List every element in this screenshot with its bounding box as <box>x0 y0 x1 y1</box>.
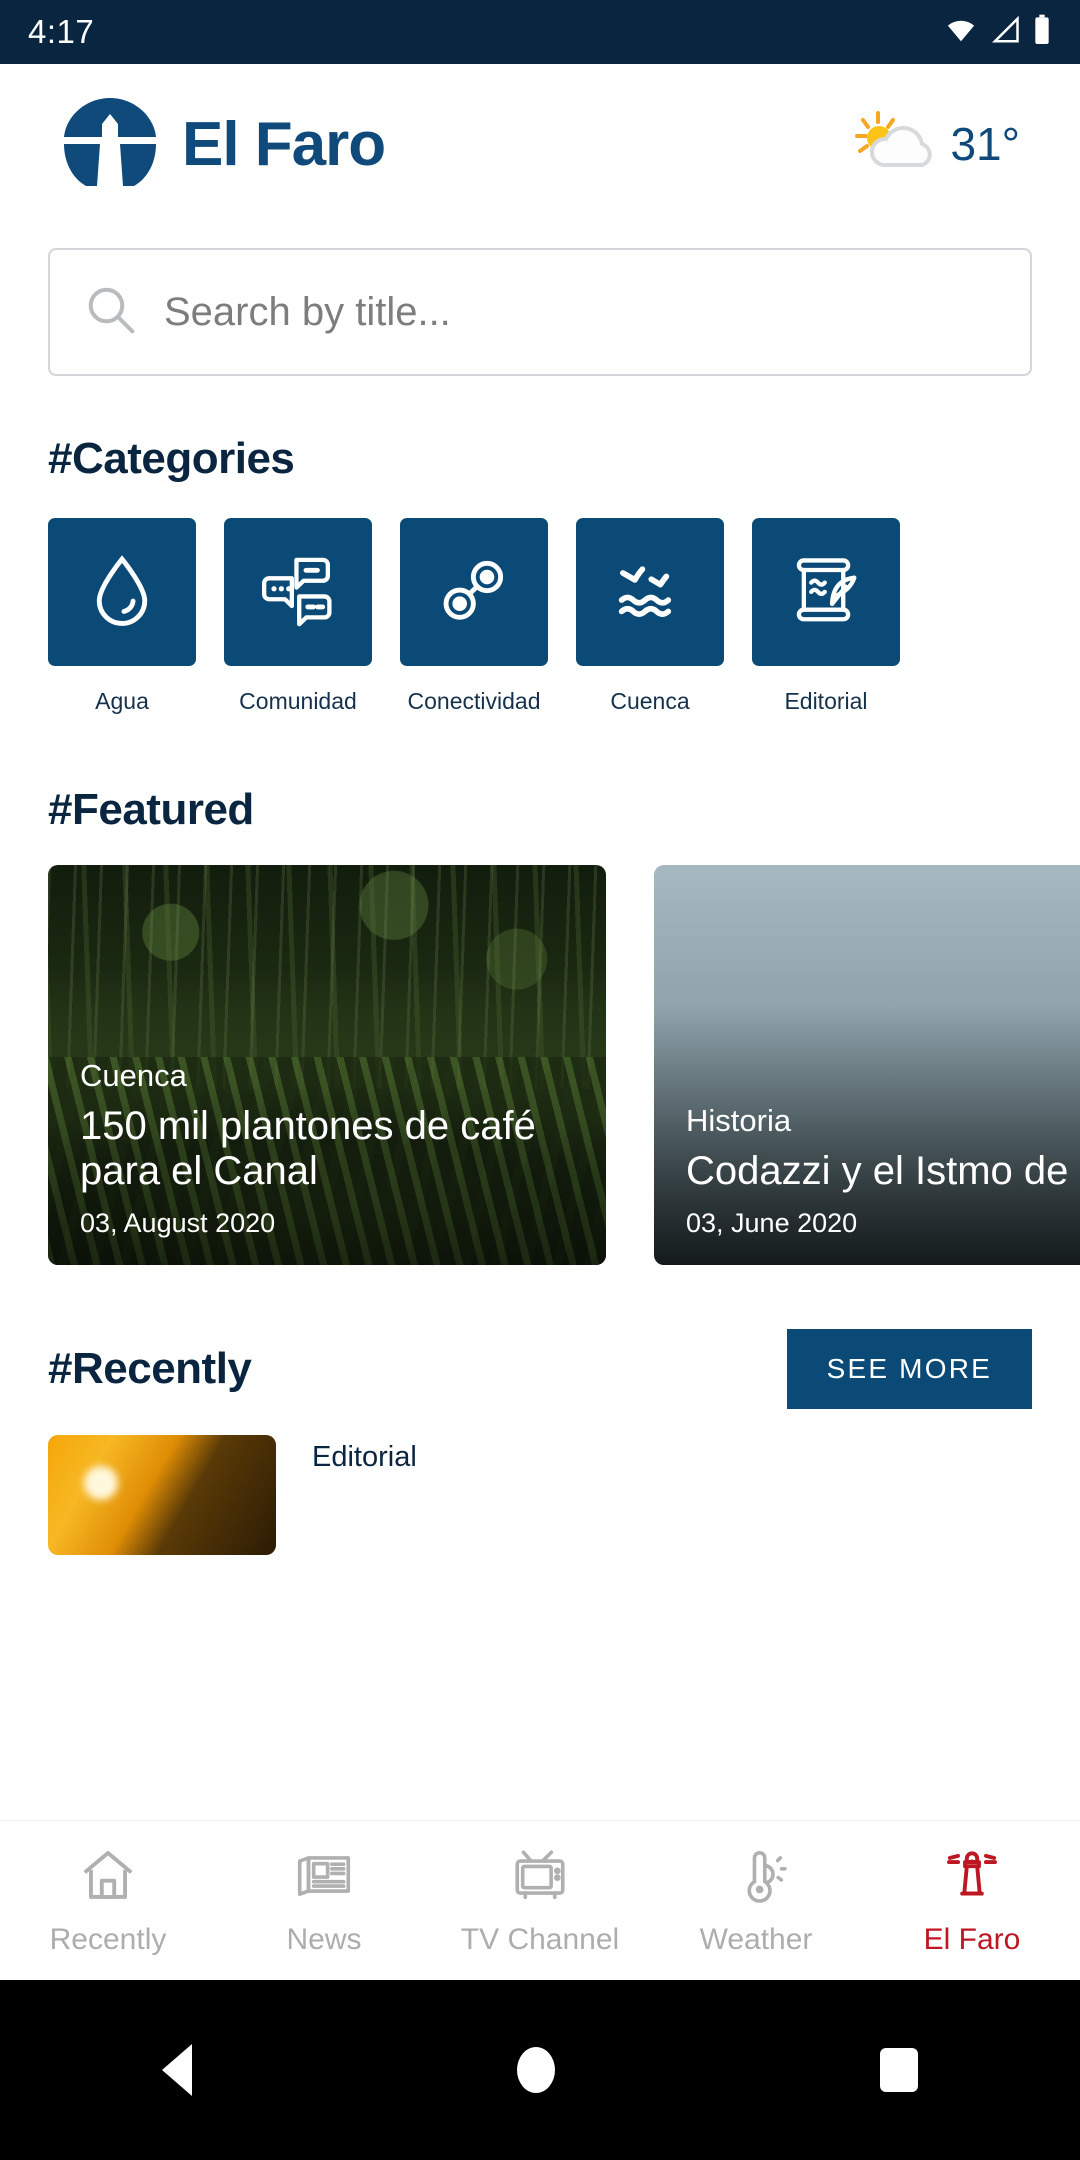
recently-title: #Recently <box>48 1344 252 1393</box>
featured-carousel[interactable]: Cuenca 150 mil plantones de café para el… <box>0 835 1080 1265</box>
featured-title: #Featured <box>48 785 254 834</box>
lighthouse-icon <box>941 1844 1003 1911</box>
tab-label: News <box>286 1923 362 1956</box>
chat-bubbles-icon <box>258 550 338 635</box>
home-icon <box>77 1844 139 1911</box>
brand-name: El Faro <box>182 109 386 179</box>
television-icon <box>509 1844 571 1911</box>
weather-widget[interactable]: 31° <box>854 109 1020 180</box>
categories-list: Agua Comunidad Conectividad Cuenca Edito… <box>0 484 1080 715</box>
tab-recently[interactable]: Recently <box>0 1844 216 1957</box>
recently-list: Editorial <box>0 1409 1080 1555</box>
category-tile[interactable] <box>400 518 548 666</box>
sun-behind-cloud-icon <box>854 109 936 180</box>
category-tile[interactable] <box>752 518 900 666</box>
golden-sunset-photo <box>48 1435 276 1555</box>
category-item-cuenca[interactable]: Cuenca <box>576 518 724 715</box>
network-nodes-icon <box>435 551 513 634</box>
list-item[interactable]: Editorial <box>48 1435 1032 1555</box>
featured-card-text: Historia Codazzi y el Istmo de Panamá 03… <box>686 1103 1080 1239</box>
android-navigation-bar <box>0 1980 1080 2160</box>
tab-weather[interactable]: Weather <box>648 1844 864 1957</box>
featured-card-title: Codazzi y el Istmo de Panamá <box>686 1149 1080 1194</box>
category-item-agua[interactable]: Agua <box>48 518 196 715</box>
tab-label: Recently <box>49 1923 167 1956</box>
cellular-signal-icon <box>989 15 1021 50</box>
search-input[interactable]: Search by title... <box>48 248 1032 376</box>
search-icon <box>84 283 138 342</box>
search-placeholder: Search by title... <box>164 289 451 334</box>
tab-label: TV Channel <box>460 1923 620 1956</box>
recents-button[interactable] <box>879 2048 918 2092</box>
brand[interactable]: El Faro <box>56 90 386 199</box>
category-tile[interactable] <box>224 518 372 666</box>
see-more-button[interactable]: SEE MORE <box>786 1329 1032 1409</box>
featured-card-category: Historia <box>686 1103 792 1139</box>
featured-card[interactable]: Cuenca 150 mil plantones de café para el… <box>48 865 606 1265</box>
tab-tv-channel[interactable]: TV Channel <box>432 1844 648 1957</box>
category-tile[interactable] <box>48 518 196 666</box>
category-item-conectividad[interactable]: Conectividad <box>400 518 548 715</box>
categories-title: #Categories <box>48 434 295 483</box>
search-section: Search by title... <box>0 224 1080 376</box>
tab-news[interactable]: News <box>216 1844 432 1957</box>
bottom-tab-bar: Recently News TV Channel Weather El Faro <box>0 1820 1080 1980</box>
category-item-comunidad[interactable]: Comunidad <box>224 518 372 715</box>
scroll-quill-icon <box>786 550 866 635</box>
featured-card-date: 03, June 2020 <box>686 1208 858 1238</box>
wifi-icon <box>944 15 978 50</box>
featured-card-text: Cuenca 150 mil plantones de café para el… <box>80 1058 582 1239</box>
weather-temperature: 31° <box>950 118 1020 170</box>
home-button[interactable] <box>516 2047 555 2093</box>
category-label: Conectividad <box>407 688 541 714</box>
lighthouse-logo-icon <box>56 90 164 199</box>
list-item-category: Editorial <box>312 1441 417 1473</box>
tab-el-faro[interactable]: El Faro <box>864 1844 1080 1957</box>
status-time: 4:17 <box>28 13 95 50</box>
category-label: Editorial <box>784 688 868 714</box>
category-label: Cuenca <box>610 688 690 714</box>
birds-over-waves-icon <box>609 549 691 636</box>
category-item-editorial[interactable]: Editorial <box>752 518 900 715</box>
status-bar: 4:17 <box>0 0 1080 64</box>
thermometer-icon <box>725 1844 787 1911</box>
category-label: Comunidad <box>239 688 357 714</box>
back-button[interactable] <box>162 2044 193 2096</box>
battery-icon <box>1032 14 1052 51</box>
featured-card-date: 03, August 2020 <box>80 1208 276 1238</box>
tab-label: Weather <box>699 1923 813 1956</box>
app-header: El Faro 31° <box>0 64 1080 224</box>
status-icons <box>944 14 1052 51</box>
water-drop-icon <box>83 551 161 634</box>
featured-card[interactable]: Historia Codazzi y el Istmo de Panamá 03… <box>654 865 1080 1265</box>
recently-header: #Recently SEE MORE <box>0 1329 1080 1409</box>
featured-card-category: Cuenca <box>80 1058 187 1094</box>
category-tile[interactable] <box>576 518 724 666</box>
category-label: Agua <box>95 688 149 714</box>
list-item-body: Editorial <box>312 1435 417 1555</box>
featured-card-title: 150 mil plantones de café para el Canal <box>80 1104 536 1194</box>
newspaper-icon <box>293 1844 355 1911</box>
tab-label: El Faro <box>923 1923 1021 1956</box>
